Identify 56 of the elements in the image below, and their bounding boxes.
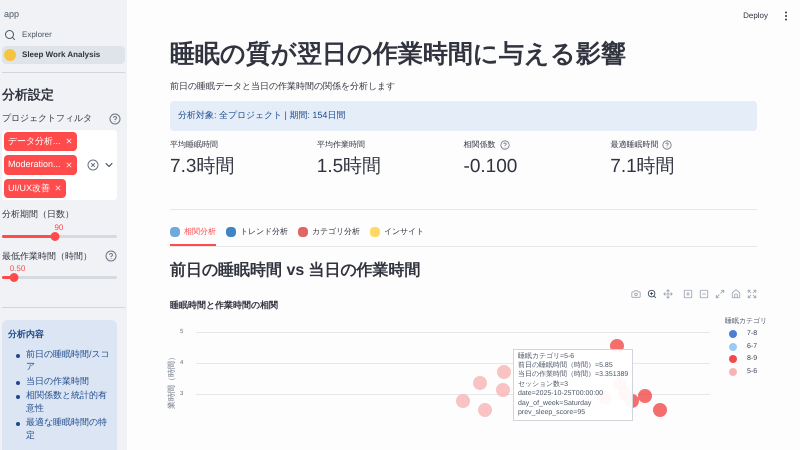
filter-label: プロジェクトフィルタ <box>2 112 92 125</box>
help-icon[interactable] <box>105 250 117 262</box>
page-subtitle: 前日の睡眠データと当日の作業時間の関係を分析します <box>170 80 396 92</box>
remove-icon[interactable] <box>64 160 73 169</box>
page-title: 睡眠の質が翌日の作業時間に与える影響 <box>170 39 627 70</box>
deploy-button[interactable]: Deploy <box>739 10 772 22</box>
remove-icon[interactable] <box>64 137 73 146</box>
help-icon[interactable] <box>109 112 121 125</box>
metric-label: 相関係数 <box>464 138 496 150</box>
app-label[interactable]: app <box>4 8 125 22</box>
tab[interactable]: カテゴリ分析 <box>298 226 360 246</box>
metric-value: 7.1時間 <box>610 154 676 178</box>
info-title: 分析内容 <box>8 328 45 341</box>
tab[interactable]: トレンド分析 <box>226 226 288 246</box>
search-icon <box>4 28 16 40</box>
info-item: 相関係数と統計的有意性 <box>26 389 108 414</box>
slider-track[interactable] <box>2 234 117 238</box>
chart-title: 睡眠時間と作業時間の相関 <box>170 299 279 312</box>
info-item: 最適な睡眠時間の特定 <box>26 416 108 442</box>
slider-thumb[interactable] <box>50 232 60 240</box>
info-item: 前日の睡眠時間/スコア <box>26 348 111 373</box>
nav-item[interactable]: Explorer <box>2 26 125 44</box>
slider-value: 0.50 <box>10 263 26 275</box>
section-title: 前日の睡眠時間 vs 当日の作業時間 <box>170 260 422 281</box>
info-item: 当日の作業時間 <box>26 374 89 388</box>
bullet-icon <box>16 395 20 400</box>
metric-label: 平均睡眠時間 <box>170 138 218 150</box>
bullet-icon <box>16 380 20 385</box>
zoom-in-icon[interactable] <box>683 289 693 299</box>
settings-heading: 分析設定 <box>2 86 55 104</box>
bullet-icon <box>16 422 20 426</box>
slider-value: 90 <box>54 222 64 234</box>
slider-thumb[interactable] <box>9 273 18 282</box>
nav-item[interactable]: Sleep Work Analysis <box>2 46 125 64</box>
fullscreen-icon[interactable] <box>747 289 757 299</box>
metric-value: 7.3時間 <box>170 154 236 178</box>
remove-icon[interactable] <box>54 184 62 192</box>
tab[interactable]: インサイト <box>370 226 424 246</box>
help-icon[interactable] <box>500 140 510 150</box>
home-icon[interactable] <box>731 289 741 299</box>
info-banner: 分析対象: 全プロジェクト | 期間: 154日間 <box>170 101 757 130</box>
slider-label: 最低作業時間（時間） <box>2 250 92 262</box>
bullet-icon <box>16 354 20 358</box>
zoom-icon[interactable] <box>647 289 657 299</box>
clear-icon[interactable] <box>87 158 99 171</box>
metric-value: -0.100 <box>464 154 518 178</box>
y-axis-label: 業時間（時間） <box>166 352 177 408</box>
metric-label: 最適睡眠時間 <box>610 138 658 150</box>
camera-icon[interactable] <box>631 289 641 299</box>
zoom-out-icon[interactable] <box>699 289 709 299</box>
slider-label: 分析期間（日数） <box>2 208 74 221</box>
metric-value: 1.5時間 <box>316 154 382 178</box>
pan-icon[interactable] <box>663 289 673 299</box>
autoscale-icon[interactable] <box>715 289 725 299</box>
metric-label: 平均作業時間 <box>316 138 365 150</box>
help-icon[interactable] <box>662 140 672 150</box>
